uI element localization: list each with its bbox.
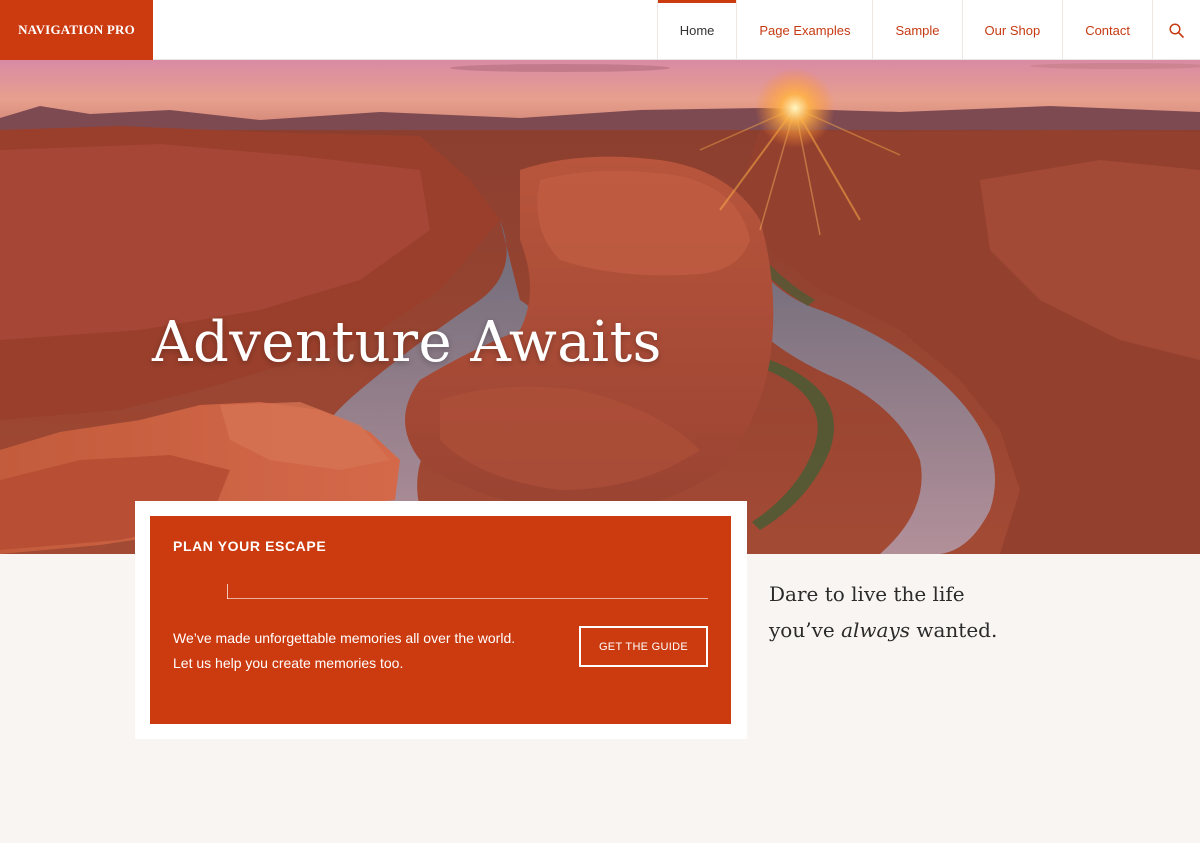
site-logo[interactable]: NAVIGATION PRO [0,0,153,60]
search-icon [1169,22,1184,38]
canyon-sunset-photo [0,60,1200,554]
nav-our-shop[interactable]: Our Shop [961,0,1063,60]
nav-sample[interactable]: Sample [872,0,961,60]
card-title: PLAN YOUR ESCAPE [173,538,327,554]
tagline-line-1: Dare to live the life [769,582,965,606]
card-description: We’ve made unforgettable memories all ov… [173,626,515,676]
card-text-line-1: We’ve made unforgettable memories all ov… [173,630,516,646]
hero-banner: Adventure Awaits [0,60,1200,554]
plan-escape-card: PLAN YOUR ESCAPE We’ve made unforgettabl… [150,516,731,724]
tagline-emphasis: always [841,618,911,642]
tagline-post: wanted. [910,618,998,642]
hero-title: Adventure Awaits [152,310,662,375]
tagline: Dare to live the life you’ve always want… [769,576,997,648]
divider-tick [227,584,228,599]
site-header: NAVIGATION PRO Home Page Examples Sample… [0,0,1200,60]
card-text-line-2: Let us help you create memories too. [173,655,404,671]
nav-page-examples[interactable]: Page Examples [736,0,872,60]
nav-contact[interactable]: Contact [1062,0,1152,60]
nav-home[interactable]: Home [656,0,737,60]
get-the-guide-button[interactable]: GET THE GUIDE [579,626,708,667]
main-navigation: Home Page Examples Sample Our Shop Conta… [656,0,1200,60]
search-button[interactable] [1152,0,1200,60]
divider [227,598,708,599]
tagline-pre: you’ve [769,618,842,642]
tagline-line-2: you’ve always wanted. [769,612,997,648]
